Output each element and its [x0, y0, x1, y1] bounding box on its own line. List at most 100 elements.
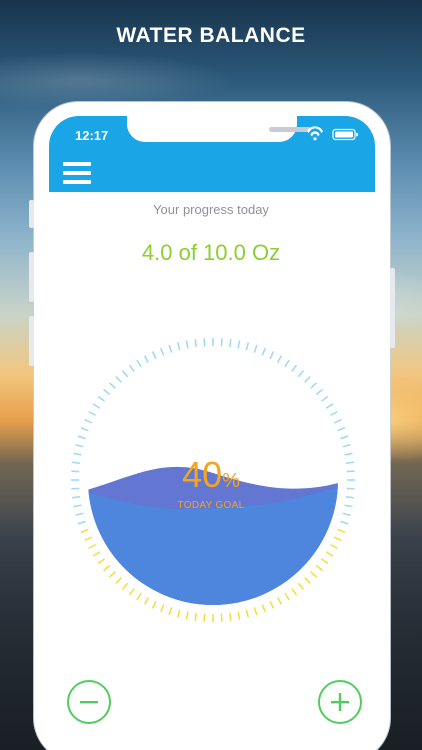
- gauge-tick: [220, 338, 223, 347]
- gauge-tick: [151, 600, 157, 609]
- gauge-tick: [345, 496, 354, 499]
- gauge-tick: [310, 382, 318, 389]
- gauge-tick: [203, 613, 206, 622]
- gauge-tick: [75, 443, 84, 448]
- gauge-tick: [297, 370, 305, 378]
- gauge-tick: [121, 370, 129, 378]
- gauge-tick: [73, 452, 82, 456]
- decrease-button[interactable]: [67, 680, 111, 724]
- gauge-tick: [77, 520, 86, 525]
- gauge-tick: [276, 597, 283, 605]
- gauge-tick: [253, 344, 258, 353]
- gauge-tick: [333, 418, 342, 424]
- notch: [127, 116, 311, 142]
- status-time: 12:17: [75, 128, 109, 143]
- status-icons: [301, 126, 361, 142]
- gauge-tick: [284, 592, 290, 601]
- gauge-tick: [97, 395, 106, 402]
- gauge-tick: [185, 340, 189, 349]
- gauge-tick: [103, 388, 111, 396]
- gauge-tick: [325, 551, 334, 557]
- gauge-tick: [176, 609, 181, 618]
- gauge-tick: [151, 351, 157, 360]
- app-store-preview: WATER BALANCE 12:17 Your progress today …: [0, 0, 422, 750]
- gauge-tick: [345, 461, 354, 464]
- gauge-tick: [160, 347, 165, 356]
- gauge-tick: [168, 344, 173, 353]
- gauge-tick: [320, 558, 329, 565]
- gauge-tick: [330, 543, 338, 550]
- gauge-tick: [72, 496, 81, 499]
- gauge-tick: [128, 587, 135, 596]
- gauge-tick: [194, 339, 197, 348]
- gauge-tick: [325, 403, 334, 409]
- minus-icon: [80, 701, 98, 704]
- gauge-tick: [344, 452, 353, 456]
- gauge-tick: [229, 339, 232, 348]
- gauge-tick: [346, 470, 355, 473]
- gauge-tick: [88, 410, 96, 417]
- gauge-tick: [128, 364, 135, 373]
- page-title: WATER BALANCE: [116, 24, 306, 47]
- gauge-tick: [297, 582, 305, 590]
- gauge-tick: [330, 410, 338, 417]
- gauge-tick: [108, 571, 116, 578]
- gauge-tick: [261, 347, 266, 356]
- gauge-tick: [194, 612, 197, 621]
- progress-label: Your progress today: [153, 202, 269, 217]
- gauge-tick: [245, 609, 250, 618]
- gauge-tick: [284, 359, 290, 368]
- gauge-tick: [84, 536, 93, 542]
- gauge-tick: [71, 470, 80, 473]
- phone-side-button: [390, 268, 395, 348]
- gauge-tick: [245, 342, 250, 351]
- gauge-tick: [92, 551, 101, 557]
- gauge-tick: [346, 487, 355, 490]
- gauge-tick: [291, 587, 298, 596]
- gauge-tick: [80, 427, 89, 432]
- gauge-tick: [269, 600, 275, 609]
- gauge-tick: [304, 375, 311, 383]
- gauge-tick: [340, 520, 349, 525]
- gauge-tick: [237, 611, 241, 620]
- gauge-tick: [77, 435, 86, 440]
- gauge-tick: [333, 536, 342, 542]
- gauge-tick: [136, 359, 142, 368]
- app-bar: 12:17: [49, 116, 375, 192]
- wifi-icon: [307, 126, 323, 141]
- gauge-tick: [315, 564, 323, 572]
- gauge-tick: [136, 592, 142, 601]
- gauge-tick: [237, 340, 241, 349]
- gauge-tick: [72, 461, 81, 464]
- gauge-tick: [342, 443, 351, 448]
- battery-icon: [332, 128, 358, 141]
- water-gauge: [71, 338, 355, 622]
- gauge-tick: [337, 528, 346, 533]
- gauge-tick: [92, 403, 101, 409]
- gauge-tick: [115, 375, 122, 383]
- phone-volume-down: [29, 316, 34, 366]
- gauge-tick: [160, 604, 165, 613]
- gauge-tick: [253, 607, 258, 616]
- gauge-tick: [291, 364, 298, 373]
- plus-icon: [331, 693, 349, 711]
- gauge-tick: [80, 528, 89, 533]
- hamburger-menu-icon[interactable]: [63, 162, 91, 184]
- gauge-tick: [315, 388, 323, 396]
- gauge-tick: [304, 577, 311, 585]
- gauge-tick: [71, 487, 80, 490]
- gauge-tick: [115, 577, 122, 585]
- gauge-tick: [342, 512, 351, 517]
- increase-button[interactable]: [318, 680, 362, 724]
- gauge-tick: [176, 342, 181, 351]
- gauge-tick: [103, 564, 111, 572]
- gauge-tick: [84, 418, 93, 424]
- gauge-tick: [310, 571, 318, 578]
- gauge-tick: [220, 613, 223, 622]
- gauge-tick: [143, 597, 150, 605]
- gauge-tick: [121, 582, 129, 590]
- gauge-tick: [88, 543, 96, 550]
- gauge-tick: [340, 435, 349, 440]
- gauge-tick: [229, 612, 232, 621]
- gauge-tick: [75, 512, 84, 517]
